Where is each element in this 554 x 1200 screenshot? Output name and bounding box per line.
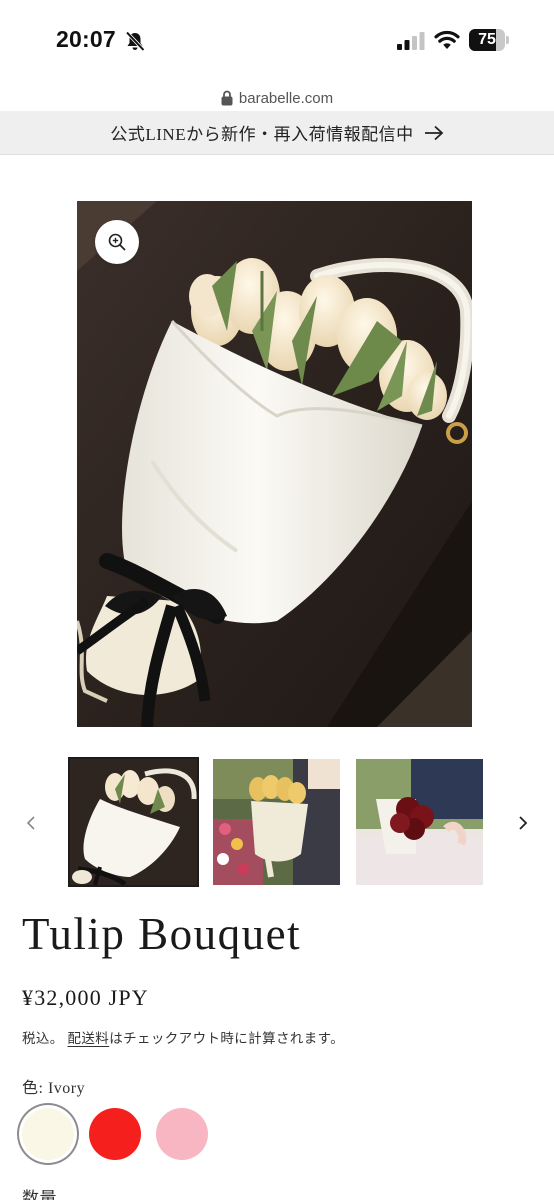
swatch-pink[interactable] — [156, 1108, 208, 1160]
arrow-right-icon — [424, 125, 443, 140]
announcement-bar[interactable]: 公式LINEから新作・再入荷情報配信中 — [0, 111, 554, 155]
swatch-red[interactable] — [89, 1108, 141, 1160]
status-time: 20:07 — [56, 26, 116, 52]
cellular-signal-icon — [397, 32, 425, 50]
zoom-button[interactable] — [95, 220, 139, 264]
battery-icon: 75 — [469, 29, 509, 51]
thumbnail-carousel — [0, 756, 554, 888]
color-label: 色: Ivory — [22, 1080, 86, 1097]
shipping-note-text: はチェックアウト時に計算されます。 — [109, 1031, 345, 1046]
chevron-left-icon[interactable] — [22, 814, 40, 832]
tax-included-text: 税込。 — [22, 1031, 64, 1046]
thumbnail-1[interactable] — [68, 757, 199, 887]
announcement-text: 公式LINEから新作・再入荷情報配信中 — [110, 125, 414, 144]
battery-level: 75 — [478, 31, 496, 48]
product-title: Tulip Bouquet — [22, 909, 302, 959]
swatch-ivory[interactable] — [22, 1108, 74, 1160]
status-bar: 20:07 75 — [0, 0, 554, 80]
tulip-bouquet-photo — [77, 201, 472, 727]
quantity-label: 数量 — [22, 1189, 57, 1200]
wifi-icon — [434, 30, 460, 49]
product-price: ¥32,000 JPY — [22, 985, 149, 1010]
product-main-image[interactable] — [77, 201, 472, 727]
url-text: barabelle.com — [238, 89, 334, 107]
shipping-link[interactable]: 配送料 — [67, 1031, 109, 1046]
chevron-right-icon[interactable] — [514, 814, 532, 832]
address-bar[interactable]: barabelle.com — [0, 86, 554, 110]
thumbnail-2[interactable] — [213, 759, 340, 885]
lock-icon — [221, 90, 233, 106]
zoom-in-icon — [108, 233, 126, 251]
bell-slash-icon — [125, 31, 145, 52]
tax-shipping-note: 税込。 配送料はチェックアウト時に計算されます。 — [22, 1027, 344, 1047]
thumbnail-3[interactable] — [356, 759, 483, 885]
